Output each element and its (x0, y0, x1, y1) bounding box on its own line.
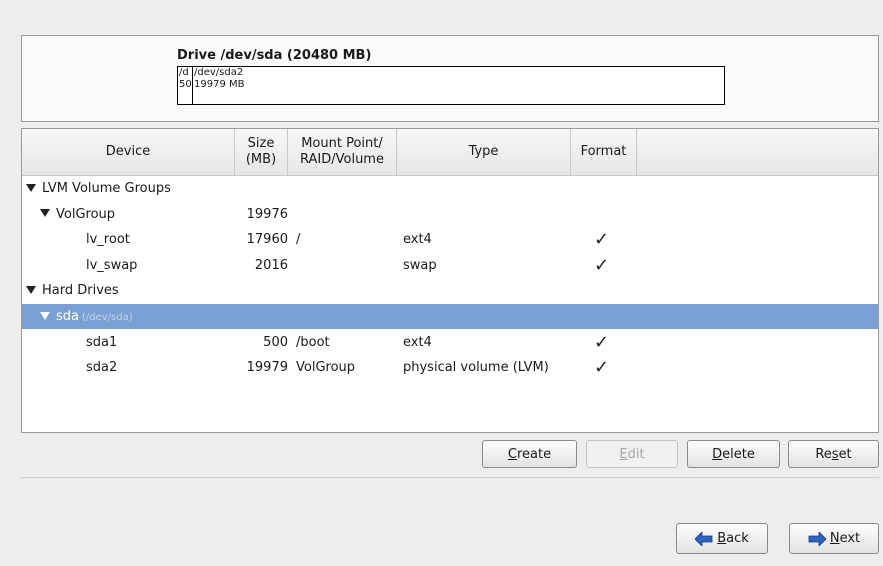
type-cell: swap (403, 257, 437, 273)
table-header: Device Size (MB) Mount Point/ RAID/Volum… (22, 129, 878, 176)
partition-segment-sda2[interactable]: /dev/sda2 19979 MB (194, 67, 244, 91)
column-header-mount[interactable]: Mount Point/ RAID/Volume (288, 129, 397, 175)
column-header-label: RAID/Volume (300, 152, 384, 167)
column-header-label: Size (247, 136, 275, 151)
delete-button[interactable]: Delete (687, 440, 780, 468)
device-cell: lv_root (86, 227, 130, 252)
device-cell: lv_swap (86, 253, 137, 278)
mount-cell: /boot (296, 334, 330, 350)
table-row[interactable]: sda2 19979 VolGroup physical volume (LVM) ✓ (22, 355, 878, 380)
column-header-device[interactable]: Device (22, 129, 235, 175)
format-check-icon: ✓ (594, 331, 610, 353)
separator-line (21, 477, 879, 478)
reset-button[interactable]: Re s et (788, 440, 879, 468)
size-cell: 2016 (254, 257, 288, 273)
expander-triangle-icon[interactable] (40, 311, 50, 320)
next-arrow-icon (808, 531, 826, 546)
column-header-label: Format (580, 144, 627, 159)
drive-panel: Drive /dev/sda (20480 MB) /d 50 /dev/sda… (21, 35, 879, 122)
drive-partition-bar: /d 50 /dev/sda2 19979 MB (177, 66, 725, 105)
device-name: lv_swap (86, 257, 138, 273)
column-header-label: Type (468, 144, 499, 159)
segment-label: /dev/sda2 (194, 67, 244, 78)
device-name: Hard Drives (42, 283, 119, 299)
button-label: reate (516, 446, 552, 462)
button-mnemonic: s (831, 446, 839, 462)
device-cell: Hard Drives (26, 278, 119, 303)
segment-size: 19979 MB (194, 79, 245, 90)
device-name: lv_root (86, 232, 130, 248)
device-cell: sda1 (86, 330, 117, 355)
size-cell: 19976 (246, 206, 288, 222)
segment-size: 50 (179, 79, 192, 90)
device-name: sda (56, 309, 79, 324)
button-mnemonic: N (829, 531, 840, 546)
table-row[interactable]: LVM Volume Groups (22, 176, 878, 201)
table-row[interactable]: sda (/dev/sda) (22, 304, 878, 329)
next-button[interactable]: Next (789, 523, 879, 554)
device-cell: LVM Volume Groups (26, 176, 171, 201)
device-cell: VolGroup (40, 202, 115, 227)
column-header-size[interactable]: Size (MB) (235, 129, 288, 175)
table-row[interactable]: sda1 500/boot ext4 ✓ (22, 330, 878, 355)
device-cell: sda (/dev/sda) (40, 304, 133, 330)
button-mnemonic: D (712, 446, 723, 462)
device-path: (/dev/sda) (82, 312, 133, 323)
type-cell: ext4 (403, 334, 432, 350)
mount-cell: / (296, 232, 301, 248)
table-row[interactable]: Hard Drives (22, 278, 878, 303)
column-header-type[interactable]: Type (397, 129, 571, 175)
button-label: elete (722, 446, 755, 462)
format-check-icon: ✓ (594, 357, 610, 379)
type-cell: ext4 (403, 232, 432, 248)
device-name: sda1 (86, 334, 118, 350)
device-cell: sda2 (86, 355, 117, 380)
button-mnemonic: E (619, 446, 628, 462)
table-row[interactable]: lv_swap 2016 swap ✓ (22, 253, 878, 278)
table-row[interactable]: lv_root 17960 / ext4 ✓ (22, 227, 878, 252)
column-header-label: Device (105, 144, 151, 159)
edit-button[interactable]: Edit (586, 440, 678, 468)
column-header-label: (MB) (245, 152, 277, 167)
partition-segment-sda1[interactable]: /d 50 (178, 67, 193, 104)
create-button[interactable]: Create (482, 440, 577, 468)
size-cell: 500 (263, 334, 288, 350)
button-label: ack (726, 531, 749, 546)
back-arrow-icon (695, 531, 713, 546)
mount-cell: VolGroup (296, 360, 356, 376)
type-cell: physical volume (LVM) (403, 360, 549, 376)
button-label: ext (839, 531, 861, 546)
back-button[interactable]: Back (676, 523, 768, 554)
segment-label: /d (179, 67, 189, 78)
button-label: dit (627, 446, 645, 462)
device-name: VolGroup (56, 206, 116, 222)
button-label: et (838, 446, 852, 462)
expander-triangle-icon[interactable] (26, 183, 36, 192)
column-header-label: Mount Point/ (301, 136, 383, 151)
device-name: sda2 (86, 360, 118, 376)
table-row[interactable]: VolGroup 19976 (22, 202, 878, 227)
partition-table: Device Size (MB) Mount Point/ RAID/Volum… (21, 128, 879, 433)
expander-triangle-icon[interactable] (40, 209, 50, 218)
button-label: Re (815, 446, 832, 462)
button-mnemonic: C (507, 446, 517, 462)
size-cell: 19979 (246, 360, 288, 376)
button-mnemonic: B (717, 531, 727, 546)
size-cell: 17960 (246, 232, 288, 248)
format-check-icon: ✓ (594, 229, 610, 251)
expander-triangle-icon[interactable] (26, 285, 36, 294)
format-check-icon: ✓ (594, 254, 610, 276)
device-name: LVM Volume Groups (42, 181, 171, 196)
drive-title: Drive /dev/sda (20480 MB) (177, 48, 372, 63)
column-header-format[interactable]: Format (571, 129, 637, 175)
